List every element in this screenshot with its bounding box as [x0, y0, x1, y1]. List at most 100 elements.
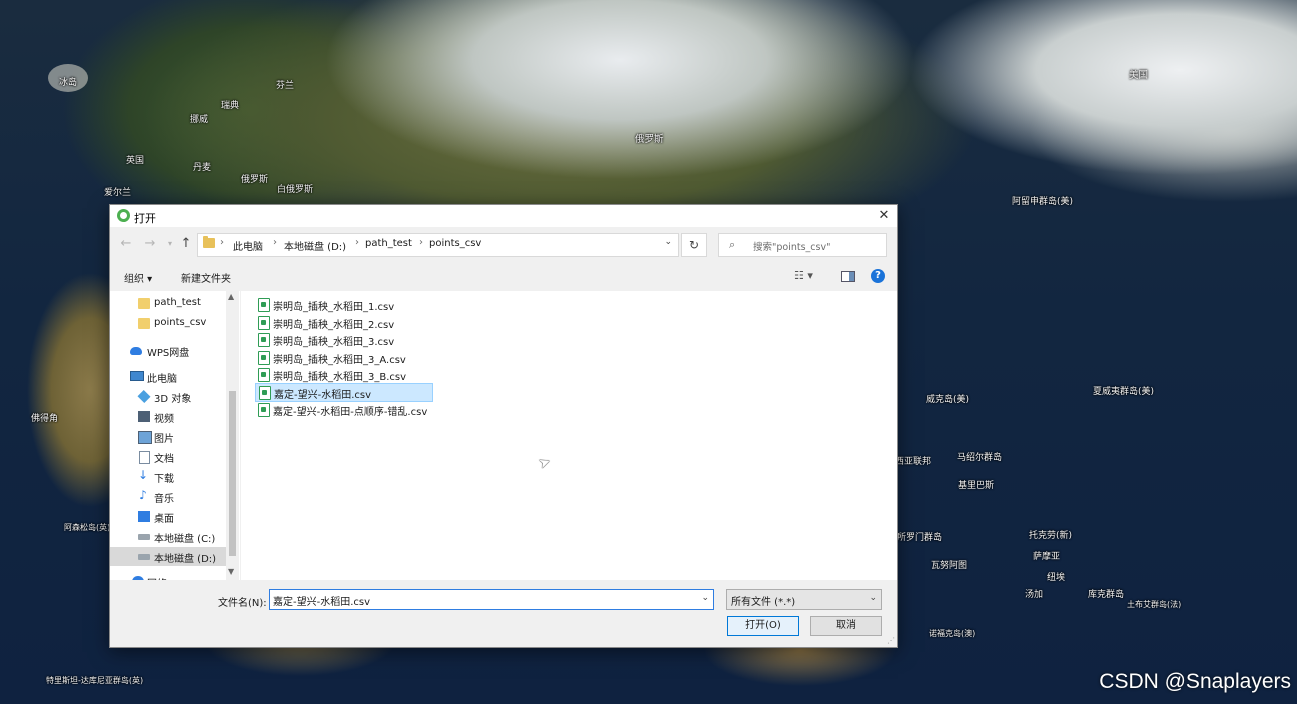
- map-label: 佛得角: [31, 414, 59, 424]
- watermark: CSDN @Snaplayers: [1099, 670, 1291, 693]
- nav-item-network[interactable]: 网络: [110, 572, 226, 580]
- nav-item-documents[interactable]: 文档: [110, 447, 226, 466]
- help-icon[interactable]: ?: [871, 269, 885, 283]
- nav-item-label: 图片: [154, 434, 174, 445]
- nav-item-pictures[interactable]: 图片: [110, 427, 226, 446]
- folder-icon: [138, 298, 150, 309]
- breadcrumb-drive-d[interactable]: 本地磁盘 (D:): [284, 238, 346, 253]
- file-item[interactable]: 崇明岛_插秧_水稻田_2.csv: [255, 314, 415, 331]
- nav-item-label: 网络: [147, 575, 167, 580]
- documents-icon: [139, 451, 150, 464]
- scroll-up-icon[interactable]: ▲: [228, 292, 234, 301]
- nav-item-points-csv[interactable]: points_csv: [110, 314, 226, 333]
- file-name: 崇明岛_插秧_水稻田_3_A.csv: [273, 355, 406, 366]
- map-label: 冰岛: [59, 78, 78, 88]
- map-label: 爱尔兰: [104, 188, 132, 198]
- drive-icon: [138, 534, 150, 540]
- navigation-pane: path_test points_csv WPS网盘 此电脑 3D 对象 视频 …: [110, 291, 240, 580]
- nav-item-3d-objects[interactable]: 3D 对象: [110, 387, 226, 406]
- map-label: 英国: [126, 156, 145, 166]
- nav-item-label: 视频: [154, 414, 174, 425]
- map-label: 夏威夷群岛(美): [1093, 387, 1155, 397]
- open-file-dialog: 打开 ✕ ← → ▾ ↑ › 此电脑 › 本地磁盘 (D:) › path_te…: [109, 204, 898, 648]
- download-icon: ↓: [137, 468, 149, 482]
- csv-file-icon: [258, 368, 270, 382]
- nav-item-this-pc[interactable]: 此电脑: [110, 367, 226, 386]
- filetype-value: 所有文件 (*.*): [731, 597, 796, 608]
- nav-item-downloads[interactable]: ↓ 下载: [110, 467, 226, 486]
- scrollbar-thumb[interactable]: [229, 391, 236, 556]
- cancel-button[interactable]: 取消: [810, 616, 882, 636]
- file-item[interactable]: 崇明岛_插秧_水稻田_3.csv: [255, 331, 415, 348]
- breadcrumb-path-test[interactable]: path_test: [365, 238, 412, 249]
- close-button[interactable]: ✕: [871, 205, 897, 227]
- nav-item-music[interactable]: ♪ 音乐: [110, 487, 226, 506]
- file-name: 嘉定-望兴-水稻田.csv: [274, 390, 372, 401]
- dialog-titlebar[interactable]: 打开 ✕: [110, 205, 897, 227]
- scroll-down-icon[interactable]: ▼: [228, 567, 234, 576]
- map-label: 汤加: [1025, 590, 1044, 600]
- map-label: 阿森松岛(英): [64, 523, 111, 532]
- file-name: 崇明岛_插秧_水稻田_2.csv: [273, 320, 395, 331]
- csv-file-icon: [258, 333, 270, 347]
- map-label: 阿留申群岛(美): [1012, 197, 1074, 207]
- breadcrumb-separator-icon: ›: [220, 237, 224, 248]
- file-item[interactable]: 嘉定-望兴-水稻田-点顺序-错乱.csv: [255, 401, 435, 418]
- nav-item-label: path_test: [154, 297, 201, 308]
- organize-button[interactable]: 组织 ▾: [124, 270, 152, 285]
- new-folder-button[interactable]: 新建文件夹: [181, 270, 231, 285]
- dialog-bottom-bar: 文件名(N): 嘉定-望兴-水稻田.csv ⌄ 所有文件 (*.*) ⌄ 打开(…: [110, 585, 897, 647]
- csv-file-icon: [258, 403, 270, 417]
- nav-item-drive-c[interactable]: 本地磁盘 (C:): [110, 527, 226, 546]
- file-item[interactable]: 崇明岛_插秧_水稻田_3_B.csv: [255, 366, 425, 383]
- nav-item-path-test[interactable]: path_test: [110, 294, 226, 313]
- address-bar[interactable]: › 此电脑 › 本地磁盘 (D:) › path_test › points_c…: [197, 233, 679, 257]
- video-icon: [138, 411, 150, 422]
- drive-icon: [138, 554, 150, 560]
- nav-item-label: 下载: [154, 474, 174, 485]
- pictures-icon: [138, 431, 152, 444]
- refresh-icon[interactable]: ↻: [681, 233, 707, 257]
- open-button[interactable]: 打开(O): [727, 616, 799, 636]
- csv-file-icon: [258, 351, 270, 365]
- csv-file-icon: [258, 298, 270, 312]
- navigation-scrollbar[interactable]: ▲ ▼: [226, 291, 239, 580]
- file-list: 崇明岛_插秧_水稻田_1.csv 崇明岛_插秧_水稻田_2.csv 崇明岛_插秧…: [241, 291, 897, 580]
- nav-item-videos[interactable]: 视频: [110, 407, 226, 426]
- nav-item-label: 此电脑: [147, 374, 177, 385]
- up-arrow-icon[interactable]: ↑: [178, 235, 194, 253]
- map-label: 特里斯坦-达库尼亚群岛(英): [46, 676, 144, 685]
- map-label: 威克岛(美): [926, 395, 970, 405]
- chevron-down-icon[interactable]: ⌄: [701, 593, 709, 603]
- file-item[interactable]: 崇明岛_插秧_水稻田_3_A.csv: [255, 349, 425, 366]
- map-label: 土布艾群岛(法): [1127, 600, 1182, 609]
- back-arrow-icon[interactable]: ←: [118, 235, 134, 253]
- folder-icon: [138, 318, 150, 329]
- file-item-selected[interactable]: 嘉定-望兴-水稻田.csv: [255, 383, 433, 402]
- search-input[interactable]: ⌕ 搜索"points_csv": [718, 233, 887, 257]
- map-label: 马绍尔群岛: [957, 453, 1003, 463]
- nav-item-desktop[interactable]: 桌面: [110, 507, 226, 526]
- recent-locations-chevron-icon[interactable]: ▾: [162, 235, 178, 253]
- cloud-icon: [130, 347, 142, 355]
- preview-pane-icon[interactable]: [841, 271, 855, 282]
- map-label: 所罗门群岛: [897, 533, 943, 543]
- filename-input[interactable]: 嘉定-望兴-水稻田.csv ⌄: [269, 589, 714, 610]
- nav-item-label: 本地磁盘 (D:): [154, 554, 217, 565]
- search-icon: ⌕: [729, 238, 736, 251]
- resize-grip-icon[interactable]: ⋰: [887, 636, 895, 645]
- view-options-icon[interactable]: ☷ ▾: [794, 269, 813, 282]
- network-icon: [132, 576, 144, 580]
- map-label: 白俄罗斯: [277, 185, 314, 195]
- filetype-select[interactable]: 所有文件 (*.*) ⌄: [726, 589, 882, 610]
- file-item[interactable]: 崇明岛_插秧_水稻田_1.csv: [255, 296, 415, 313]
- nav-item-drive-d[interactable]: 本地磁盘 (D:): [110, 547, 226, 566]
- forward-arrow-icon[interactable]: →: [142, 235, 158, 253]
- chevron-down-icon[interactable]: ⌄: [664, 237, 672, 247]
- breadcrumb-points-csv[interactable]: points_csv: [429, 238, 481, 249]
- breadcrumb-separator-icon: ›: [419, 237, 423, 248]
- breadcrumb-this-pc[interactable]: 此电脑: [233, 238, 263, 253]
- nav-item-wps-cloud[interactable]: WPS网盘: [110, 341, 226, 360]
- folder-icon: [203, 236, 215, 248]
- chevron-down-icon: ⌄: [869, 593, 877, 603]
